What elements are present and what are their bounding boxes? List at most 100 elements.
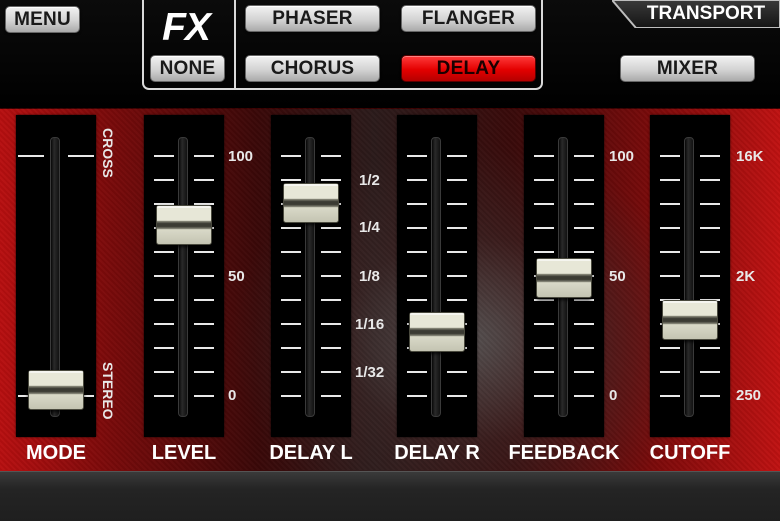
scale-tick — [660, 227, 680, 229]
scale-tick — [154, 275, 174, 277]
scale-tick — [660, 371, 680, 373]
bottom-bar — [0, 471, 780, 521]
fx-delay-button[interactable]: DELAY — [401, 55, 536, 82]
fx-chorus-button[interactable]: CHORUS — [245, 55, 380, 82]
scale-tick — [194, 371, 214, 373]
slider-knob-cutoff[interactable] — [662, 300, 718, 340]
scale-tick — [660, 251, 680, 253]
scale-tick — [700, 275, 720, 277]
scale-tick — [534, 203, 554, 205]
scale-tick — [407, 179, 427, 181]
scale-tick — [660, 347, 680, 349]
scale-tick — [534, 179, 554, 181]
scale-tick — [700, 179, 720, 181]
scale-tick — [574, 251, 594, 253]
scale-tick — [700, 371, 720, 373]
scale-tick — [407, 251, 427, 253]
fx-none-button[interactable]: NONE — [150, 55, 225, 82]
scale-tick — [660, 155, 680, 157]
slider-delay-right — [397, 115, 477, 437]
scale-tick — [700, 251, 720, 253]
scale-tick — [407, 155, 427, 157]
scale-tick — [660, 395, 680, 397]
scale-tick — [154, 323, 174, 325]
scale-tick — [700, 203, 720, 205]
channel-label-mode: MODE — [26, 442, 86, 464]
scale-tick — [281, 227, 301, 229]
scale-tick — [321, 275, 341, 277]
scale-tick — [447, 155, 467, 157]
scale-tick — [574, 323, 594, 325]
scale-tick — [321, 371, 341, 373]
scale-tick — [321, 395, 341, 397]
scale-tick — [321, 323, 341, 325]
scale-tick — [407, 275, 427, 277]
delay-scale-1-2: 1/2 — [359, 172, 380, 189]
scale-tick — [574, 179, 594, 181]
slider-knob-delay-right[interactable] — [409, 312, 465, 352]
scale-tick — [281, 179, 301, 181]
scale-tick — [194, 299, 214, 301]
scale-tick — [574, 395, 594, 397]
delay-scale-1-4: 1/4 — [359, 219, 380, 236]
scale-tick — [154, 371, 174, 373]
slider-knob-feedback[interactable] — [536, 258, 592, 298]
cutoff-scale-250: 250 — [736, 387, 762, 404]
scale-tick — [154, 251, 174, 253]
slider-knob-delay-left[interactable] — [283, 183, 339, 223]
fx-phaser-button[interactable]: PHASER — [245, 5, 380, 32]
scale-tick — [534, 299, 554, 301]
slider-track — [178, 137, 188, 417]
scale-tick — [407, 203, 427, 205]
scale-tick — [660, 275, 680, 277]
scale-tick — [660, 179, 680, 181]
scale-tick — [281, 371, 301, 373]
feedback-scale-100: 100 — [609, 148, 635, 165]
channel-label-delay-r: DELAY R — [394, 442, 480, 464]
scale-tick — [281, 275, 301, 277]
slider-knob-mode[interactable] — [28, 370, 84, 410]
fx-flanger-button[interactable]: FLANGER — [401, 5, 536, 32]
feedback-scale-50: 50 — [609, 268, 626, 285]
scale-tick — [700, 347, 720, 349]
scale-tick — [574, 299, 594, 301]
scale-tick — [154, 395, 174, 397]
scale-tick — [194, 155, 214, 157]
level-scale-0: 0 — [228, 387, 237, 404]
scale-tick — [194, 347, 214, 349]
scale-tick — [194, 251, 214, 253]
scale-tick — [447, 251, 467, 253]
channel-label-cutoff: CUTOFF — [649, 442, 731, 464]
slider-mode — [16, 115, 96, 437]
delay-scale-1-32: 1/32 — [355, 364, 385, 381]
scale-tick — [281, 323, 301, 325]
scale-tick — [574, 227, 594, 229]
scale-tick — [534, 395, 554, 397]
slider-track — [431, 137, 441, 417]
scale-tick — [534, 323, 554, 325]
scale-tick — [574, 155, 594, 157]
scale-tick — [321, 227, 341, 229]
transport-label: TRANSPORT — [646, 3, 766, 24]
scale-tick — [321, 251, 341, 253]
scale-tick — [407, 371, 427, 373]
scale-label-stereo: STEREO — [100, 362, 116, 420]
slider-feedback — [524, 115, 604, 437]
scale-tick — [447, 371, 467, 373]
scale-tick — [154, 179, 174, 181]
menu-button[interactable]: MENU — [5, 6, 80, 33]
mixer-button[interactable]: MIXER — [620, 55, 755, 82]
level-scale-50: 50 — [228, 268, 245, 285]
scale-tick — [574, 371, 594, 373]
scale-tick — [447, 203, 467, 205]
slider-knob-level[interactable] — [156, 205, 212, 245]
scale-tick — [700, 155, 720, 157]
scale-tick — [154, 299, 174, 301]
scale-tick — [281, 155, 301, 157]
scale-tick — [321, 155, 341, 157]
channel-label-feedback: FEEDBACK — [508, 442, 620, 464]
scale-tick — [407, 299, 427, 301]
scale-tick — [321, 347, 341, 349]
scale-tick — [447, 179, 467, 181]
feedback-scale-0: 0 — [609, 387, 618, 404]
